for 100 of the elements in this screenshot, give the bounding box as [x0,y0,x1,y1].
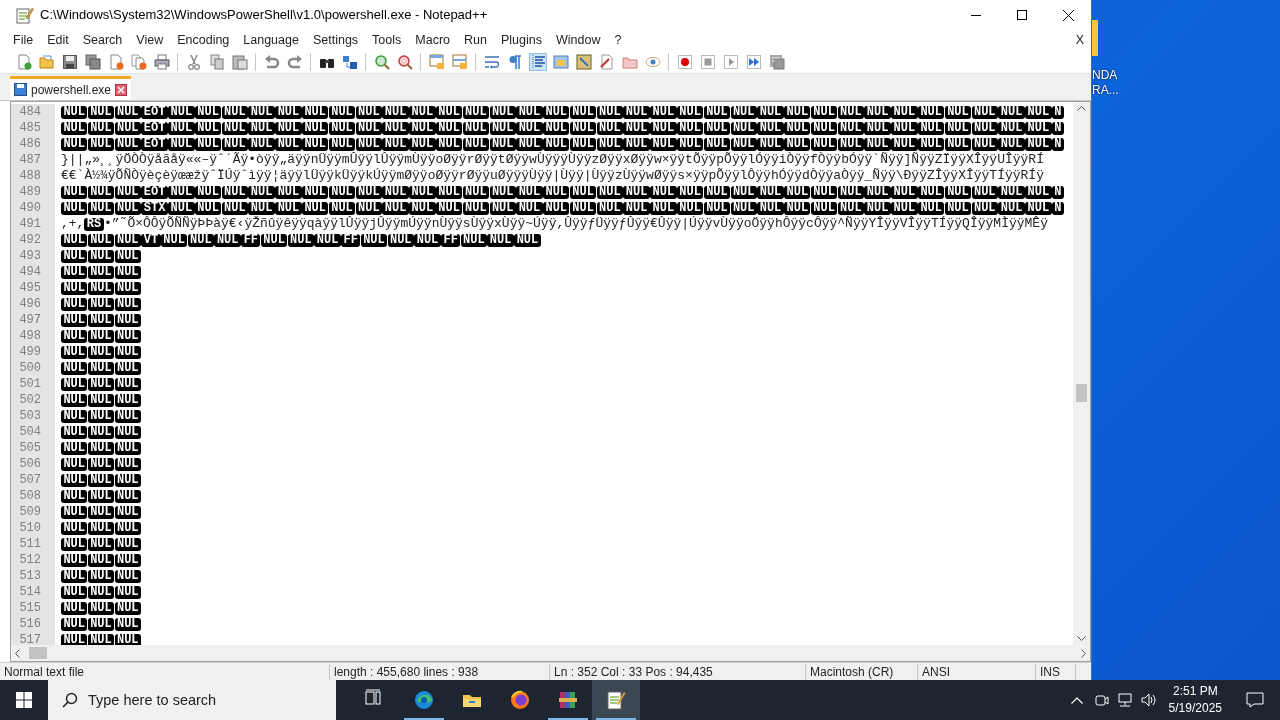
line-number: 488 [11,168,55,184]
save-macro-icon[interactable] [768,53,785,70]
control-character: NUL [61,505,88,519]
control-character: NUL [543,121,570,135]
line-number: 490 [11,200,55,216]
menu-item[interactable]: Search [75,30,130,50]
search-field[interactable]: Type here to search [48,680,336,720]
control-character: NUL [971,201,998,215]
status-text: ANSI [918,663,1036,680]
control-character: NUL [328,105,356,119]
line-number: 486 [11,136,55,152]
zoom-out-icon[interactable] [396,53,413,70]
menu-item[interactable]: Macro [408,30,458,50]
control-character: NUL [114,457,141,471]
control-character: NUL [87,121,115,135]
scroll-left-icon[interactable] [15,648,20,658]
control-character: NUL [275,137,302,151]
control-character: NUL [248,121,275,135]
notification-icon[interactable] [1246,692,1264,708]
menu-item[interactable]: Window [548,30,608,50]
control-character: NUL [87,345,115,359]
control-character: NUL [730,105,757,119]
desktop-icon-label[interactable]: NDA RA... [1092,68,1119,98]
control-character: NUL [287,233,314,247]
menu-item[interactable]: Tools [365,30,409,50]
control-character: NUL [516,137,543,151]
scroll-down-icon[interactable] [1077,636,1086,641]
pencil-document-icon[interactable] [598,53,615,70]
scroll-right-icon[interactable] [1081,648,1086,658]
document-tab[interactable]: powershell.exe [10,76,132,100]
save-all-icon[interactable] [84,53,101,70]
control-character: NUL [160,233,188,247]
indent-guide-icon[interactable] [529,53,546,70]
copy-icon[interactable] [208,53,225,70]
minimize-icon [971,14,981,16]
control-character: NUL [1025,201,1052,215]
new-file-icon[interactable] [15,53,32,70]
control-character: NUL [360,233,388,247]
fast-forward-icon[interactable] [745,53,762,70]
control-character: NUL [61,137,88,151]
close-tab-icon[interactable] [115,83,128,96]
word-wrap-icon[interactable] [483,53,500,70]
menu-item[interactable]: View [129,30,171,50]
control-character: NUL [676,185,704,199]
clock-date[interactable]: 5/19/2025 [1168,700,1222,717]
network-icon[interactable] [1116,693,1133,707]
control-character: NUL [355,105,382,119]
control-character: NUL [998,201,1025,215]
taskbar-app-button[interactable] [592,680,640,720]
chevron-up-icon[interactable] [1070,696,1083,704]
menu-item[interactable]: Run [457,30,494,50]
control-character: NUL [275,105,302,119]
replace-icon[interactable] [341,53,358,70]
scroll-up-icon[interactable] [1077,106,1086,111]
line-number: 508 [11,488,55,504]
control-character: NUL [114,393,141,407]
status-text: Normal text file [0,663,330,680]
play-icon[interactable] [722,53,739,70]
close-document-button[interactable]: X [1068,30,1091,50]
menu-item[interactable]: Edit [40,30,76,50]
menu-item[interactable]: Plugins [493,30,549,50]
zoom-in-icon[interactable] [373,53,390,70]
control-character: NUL [114,329,141,343]
horizontal-scrollbar[interactable] [11,645,1090,661]
control-character: NUL [114,281,141,295]
menu-item[interactable]: ? [607,30,629,50]
open-file-icon[interactable] [38,53,55,70]
scrollbar-thumb[interactable] [1076,384,1087,402]
tab-label: powershell.exe [31,81,112,99]
close-file-icon[interactable] [107,53,124,70]
cut-icon[interactable] [185,53,202,70]
control-character: NUL [168,137,195,151]
redo-icon[interactable] [286,53,303,70]
scrollbar-thumb[interactable] [29,647,47,659]
control-character: RS [84,217,104,231]
control-character: NUL [114,137,141,151]
control-character: NUL [248,201,275,215]
record-icon[interactable] [676,53,693,70]
control-character: NUL [87,633,115,645]
control-character: NUL [61,393,88,407]
vertical-scrollbar[interactable] [1073,102,1090,645]
pilcrow-icon[interactable] [506,53,523,70]
control-character: NUL [409,137,436,151]
menu-item[interactable]: Encoding [170,30,237,50]
menu-item[interactable]: File [6,30,41,50]
control-character: NUL [355,201,382,215]
print-icon[interactable] [153,53,170,70]
close-all-icon[interactable] [130,53,147,70]
stop-icon[interactable] [699,53,716,70]
save-icon[interactable] [61,53,78,70]
control-character: STX [141,201,168,215]
clock-time[interactable]: 2:51 PM [1168,683,1222,700]
control-character: NUL [864,201,891,215]
control-character: NUL [1025,185,1052,199]
control-character: N [1051,201,1064,215]
menu-item[interactable]: Settings [305,30,366,50]
undo-icon[interactable] [263,53,280,70]
menu-item[interactable]: Language [236,30,306,50]
volume-icon[interactable] [1140,693,1157,707]
paste-icon[interactable] [231,53,248,70]
